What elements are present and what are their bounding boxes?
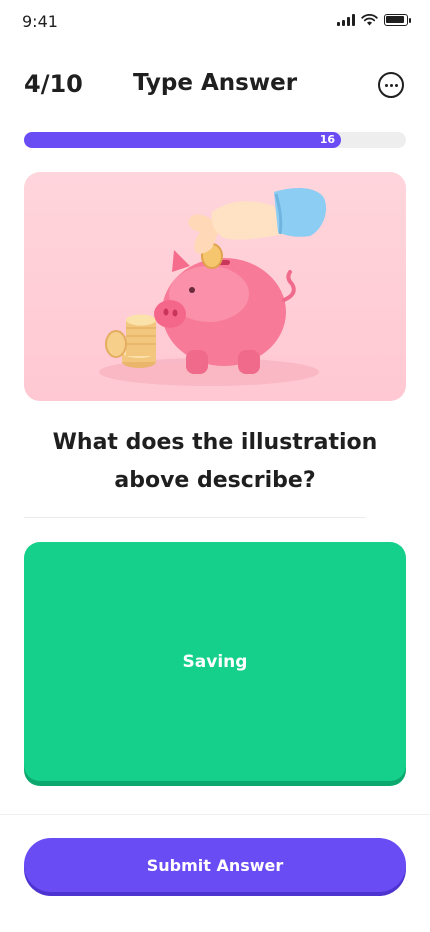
- wifi-icon: [361, 14, 378, 26]
- question-text: What does the illustration above describ…: [52, 430, 378, 493]
- battery-icon: [384, 14, 411, 26]
- divider: [24, 517, 366, 518]
- progress-bar: 16: [24, 132, 406, 148]
- more-options-icon[interactable]: [378, 72, 404, 98]
- signal-icon: [337, 14, 355, 26]
- progress-timer-label: 16: [319, 133, 336, 146]
- submit-answer-button[interactable]: Submit Answer: [24, 838, 406, 892]
- status-bar: 9:41: [0, 0, 430, 44]
- hand-illustration: [188, 188, 327, 254]
- piggy-bank-illustration: [99, 188, 327, 386]
- submit-button-label: Submit Answer: [146, 855, 284, 875]
- piggy-bank: [154, 244, 296, 374]
- answer-input[interactable]: Saving: [24, 542, 406, 781]
- status-time: 9:41: [22, 12, 58, 31]
- coin-stack: [105, 314, 156, 368]
- answer-value: Saving: [182, 651, 248, 672]
- footer-divider: [0, 814, 430, 815]
- page-title: Type Answer: [132, 70, 298, 96]
- status-icons: [337, 14, 411, 26]
- question-illustration: [24, 172, 406, 401]
- progress-fill: 16: [24, 132, 342, 148]
- quiz-header: 4/10 Type Answer: [24, 64, 406, 104]
